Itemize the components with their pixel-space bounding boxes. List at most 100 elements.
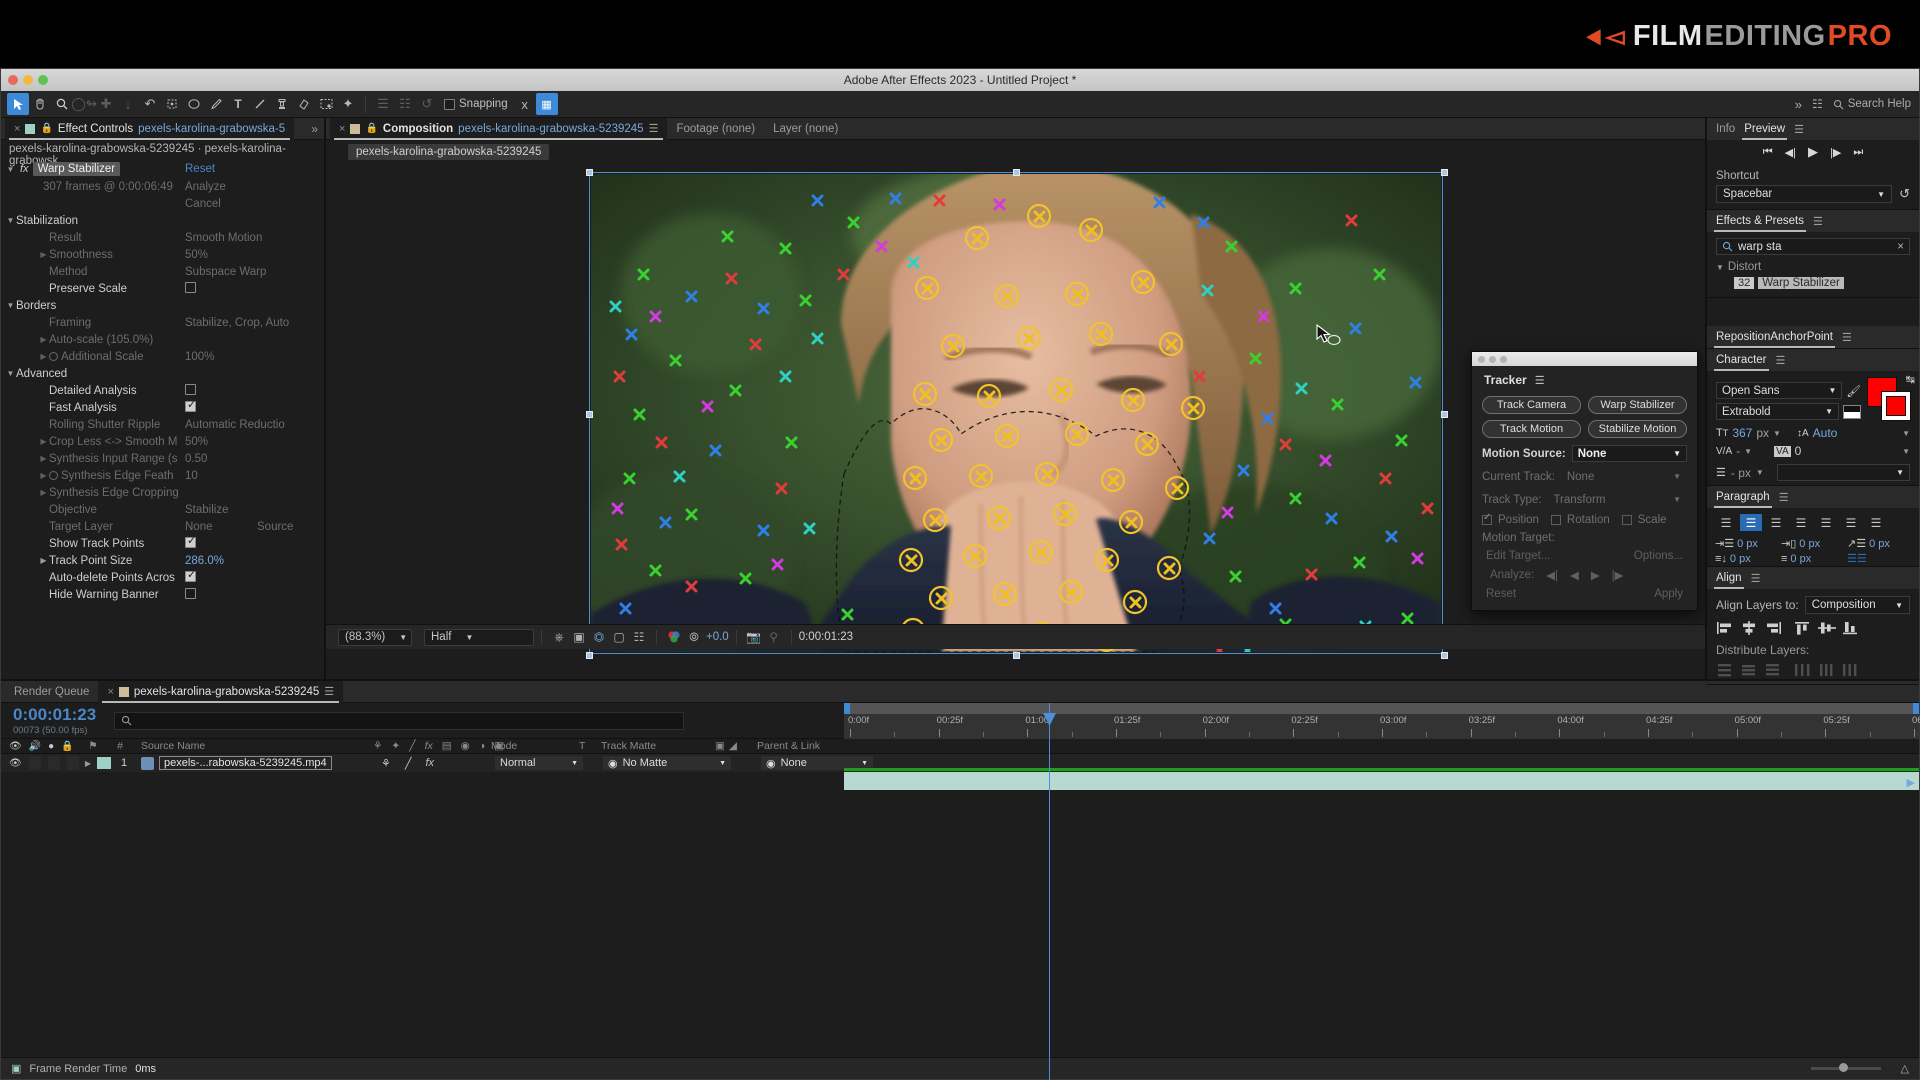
comp-preview-toggle-icon[interactable]: △ [1901,1062,1909,1075]
tracker-reset-button[interactable]: Reset [1486,588,1516,600]
tracker-apply-button[interactable]: Apply [1654,588,1683,600]
analyze-forward-button[interactable]: ▶ [1591,568,1600,582]
maximize-button[interactable] [38,75,48,85]
tab-info[interactable]: Info [1716,123,1735,135]
twirl-down-icon[interactable]: ▼ [5,369,16,378]
twirl-right-icon[interactable]: ▶ [38,488,49,497]
resolution-select[interactable]: Half ▼ [424,628,534,646]
layer-source-cell[interactable]: pexels-...rabowska-5239245.mp4 [137,756,377,770]
close-icon[interactable]: × [339,123,345,135]
align-right-button[interactable]: ☰ [1765,514,1787,531]
row-value[interactable]: Automatic Reductio [185,419,285,431]
tracker-panel[interactable]: Tracker ☰ Track Camera Warp Stabilizer T… [1471,351,1698,611]
row-value[interactable]: Stabilize [185,504,228,516]
ruler-ticks-area[interactable]: 0:00f 00:25f 01:00f 01:25f 02:00f 02:25f 03:00… [844,714,1920,739]
resize-handle-mr[interactable] [1441,411,1448,418]
snapshot-icon[interactable]: 📷 [744,629,764,646]
twirl-down-icon[interactable]: ▼ [5,165,16,174]
align-bottom-edges-button[interactable] [1842,621,1860,635]
quality-toggle[interactable]: ╱ [405,757,412,770]
row-preserve-scale[interactable]: Preserve Scale [5,280,320,297]
resize-handle-bc[interactable] [1013,652,1020,659]
distribute-top-button[interactable] [1716,663,1734,677]
grid-snap-icon[interactable]: ▦ [535,93,558,115]
mode-cell[interactable]: Normal ▼ [487,756,583,770]
show-track-points-checkbox[interactable] [185,534,196,548]
viewer-timecode[interactable]: 0:00:01:23 [799,631,853,643]
row-value[interactable]: Subspace Warp [185,266,266,278]
resize-handle-tr[interactable] [1441,169,1448,176]
font-size-value[interactable]: 367 [1732,426,1752,440]
row-value[interactable]: Smooth Motion [185,232,262,244]
close-button[interactable] [1478,355,1485,363]
region-of-interest-icon[interactable]: ▣ [569,629,589,646]
channel-icon[interactable] [664,629,684,646]
row-value[interactable]: 0.50 [185,453,207,465]
eyedropper-icon[interactable]: 🖌 [1846,384,1861,398]
group-borders[interactable]: ▼ Borders [5,297,320,314]
twirl-down-icon[interactable]: ▼ [5,216,16,225]
hide-warning-banner-checkbox[interactable] [185,587,196,599]
composition-canvas[interactable] [586,169,1448,659]
row-track-point-size[interactable]: ▶ Track Point Size 286.0% [5,552,320,569]
distribute-bottom-button[interactable] [1764,663,1782,677]
stabilize-motion-button[interactable]: Stabilize Motion [1588,420,1687,438]
lock-toggle[interactable] [66,756,79,770]
transparency-grid-icon[interactable]: ⏣ [589,629,609,646]
snapping-control[interactable]: Snapping [444,98,508,110]
panel-menu-icon[interactable]: ☰ [1779,491,1789,504]
distribute-left-button[interactable] [1794,663,1812,677]
search-help[interactable]: Search Help [1833,98,1911,110]
twirl-right-icon[interactable]: ▶ [38,437,49,446]
tab-footage[interactable]: Footage (none) [667,118,764,140]
distribute-right-button[interactable] [1842,663,1860,677]
row-value-secondary[interactable]: Source [257,521,293,533]
resize-handle-br[interactable] [1441,652,1448,659]
panel-menu-icon[interactable]: ☰ [1794,123,1804,136]
align-vertical-center-button[interactable] [1818,621,1836,635]
indent-first-value[interactable]: 0 px [1869,538,1890,550]
justify-last-center-button[interactable]: ☰ [1815,514,1837,531]
last-frame-button[interactable]: ⏭ [1853,146,1863,159]
text-flow-icon[interactable]: ↺ [416,93,438,115]
show-snapshot-icon[interactable]: ⚲ [764,629,784,646]
effects-toggle[interactable]: fx [426,757,435,769]
tab-composition-timeline[interactable]: × pexels-karolina-grabowska-5239245 ☰ [98,680,344,703]
position-checkbox[interactable] [1482,512,1492,525]
first-frame-button[interactable]: ⏮ [1763,146,1773,159]
stopwatch-icon[interactable] [49,352,58,361]
layer-label-color[interactable] [97,757,111,769]
row-detailed-analysis[interactable]: Detailed Analysis [5,382,320,399]
type-tool[interactable]: T [227,93,249,115]
lock-icon[interactable]: 🔒 [365,123,377,134]
row-framing[interactable]: Framing Stabilize, Crop, Auto [5,314,320,331]
previous-frame-button[interactable]: ◀| [1785,146,1796,159]
panel-overflow-icon[interactable]: » [311,122,324,136]
clear-search-icon[interactable]: × [1897,241,1904,253]
toggle-switches-modes-icon[interactable]: ▣ [11,1062,21,1075]
row-target-layer[interactable]: Target Layer None Source [5,518,320,535]
layer-bar[interactable] [844,768,1919,790]
tab-effects-presets[interactable]: Effects & Presets [1714,215,1806,232]
row-additional-scale[interactable]: ▶ Additional Scale 100% [5,348,320,365]
shortcut-select[interactable]: Spacebar ▼ [1716,185,1893,203]
indent-right-value[interactable]: 0 px [1799,538,1820,550]
tab-paragraph[interactable]: Paragraph [1714,491,1772,508]
cancel-button[interactable]: Cancel [185,198,221,210]
panel-menu-icon[interactable]: ☰ [324,685,334,698]
tree-effect-warp-stabilizer[interactable]: 32 Warp Stabilizer [1716,275,1910,291]
layer-source-name[interactable]: pexels-...rabowska-5239245.mp4 [159,756,332,770]
chevron-down-icon[interactable]: ▼ [1756,468,1764,477]
row-value[interactable]: Stabilize, Crop, Auto [185,317,289,329]
tab-effect-controls[interactable]: × 🔒 Effect Controls pexels-karolina-grab… [5,117,295,140]
rotation-tool[interactable]: ↶ [139,93,161,115]
detailed-analysis-checkbox[interactable] [185,383,196,395]
kerning-value[interactable]: - [1736,444,1740,458]
zoom-tool[interactable] [51,93,73,115]
roto-brush-tool[interactable] [315,93,337,115]
puppet-pin-tool[interactable]: ✦ [337,93,359,115]
current-track-select[interactable]: None ▼ [1561,468,1687,485]
motion-source-select[interactable]: None ▼ [1571,445,1687,462]
distribute-horizontal-center-button[interactable] [1818,663,1836,677]
no-fill-icon[interactable] [1843,404,1861,419]
